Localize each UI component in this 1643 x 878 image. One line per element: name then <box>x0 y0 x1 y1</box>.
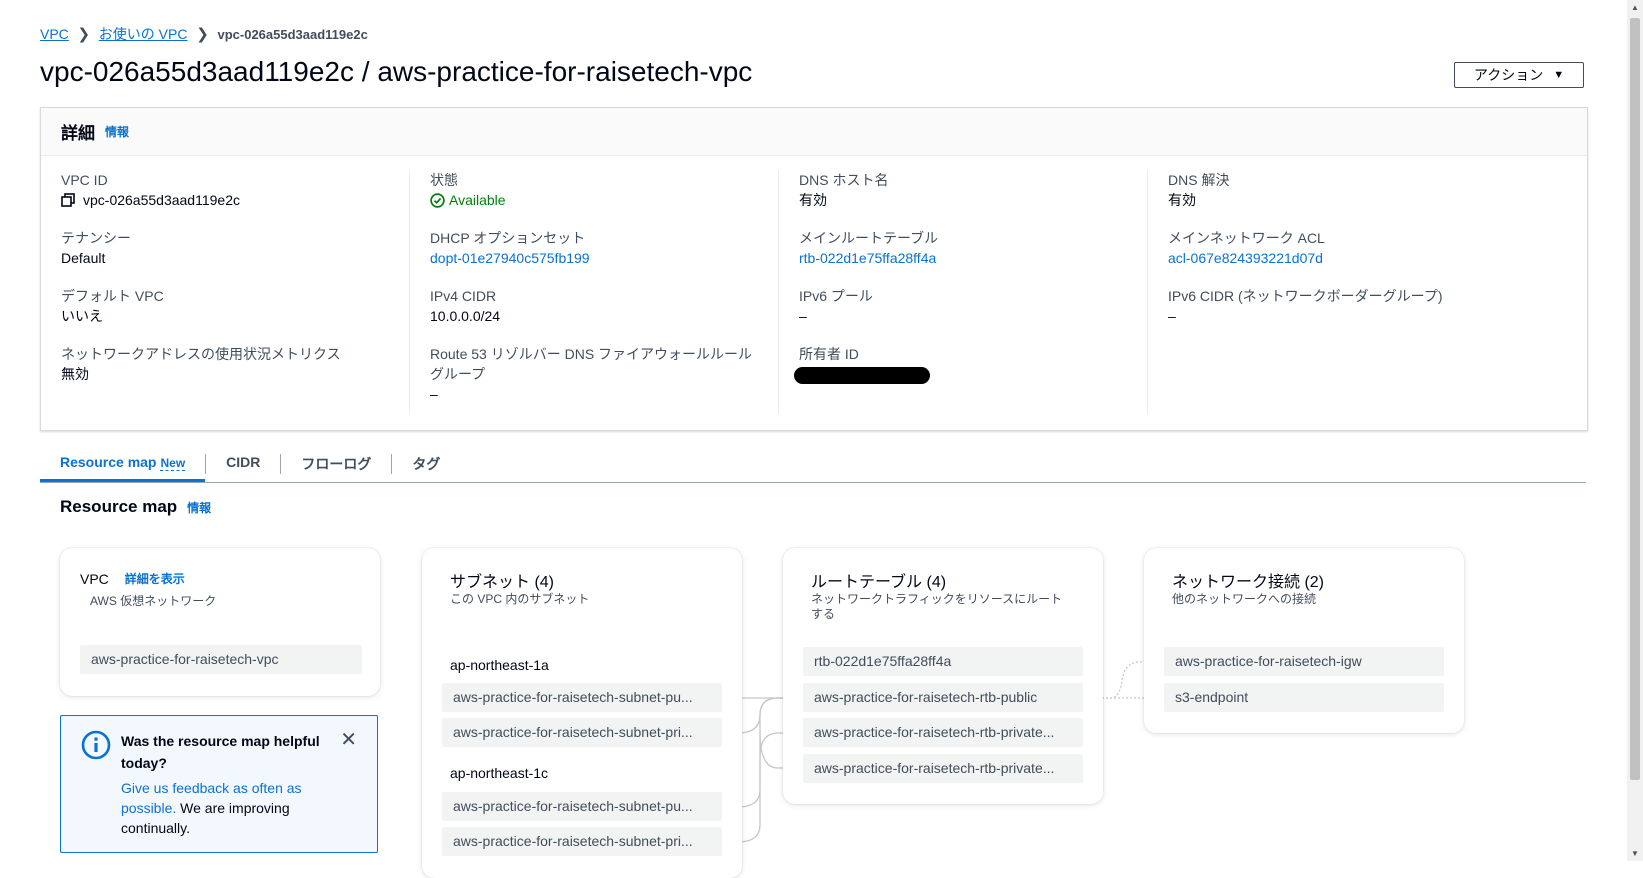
network-connections-card: ネットワーク接続 (2) 他のネットワークへの接続 aws-practice-f… <box>1144 548 1464 733</box>
vertical-scrollbar[interactable]: ▲ ▼ <box>1627 0 1643 861</box>
vpc-show-details-link[interactable]: 詳細を表示 <box>125 570 185 587</box>
network-connections-card-subtitle: 他のネットワークへの接続 <box>1172 592 1317 606</box>
route-tables-card-subtitle: ネットワークトラフィックをリソースにルートする <box>811 592 1063 621</box>
connection-node[interactable]: s3-endpoint <box>1164 683 1444 712</box>
scroll-up-icon[interactable]: ▲ <box>1631 3 1639 12</box>
feedback-title: Was the resource map helpful today? <box>121 733 320 771</box>
close-icon[interactable]: ✕ <box>340 730 357 750</box>
subnets-card-subtitle: この VPC 内のサブネット <box>450 592 590 606</box>
subnets-card-title: サブネット (4) <box>450 574 555 591</box>
vpc-node[interactable]: aws-practice-for-raisetech-vpc <box>80 645 362 674</box>
scroll-down-icon[interactable]: ▼ <box>1631 849 1639 858</box>
vpc-card-title: VPC <box>80 570 109 587</box>
route-table-node[interactable]: rtb-022d1e75ffa28ff4a <box>803 647 1083 676</box>
subnet-node[interactable]: aws-practice-for-raisetech-subnet-pri... <box>442 827 722 856</box>
vpc-card-header: VPC 詳細を表示 <box>80 570 185 587</box>
az-label: ap-northeast-1a <box>450 657 549 673</box>
route-tables-card: ルートテーブル (4) ネットワークトラフィックをリソースにルートする rtb-… <box>783 548 1103 804</box>
route-table-node[interactable]: aws-practice-for-raisetech-rtb-private..… <box>803 754 1083 783</box>
scrollbar-thumb[interactable] <box>1630 18 1640 780</box>
vpc-card-subtitle: AWS 仮想ネットワーク <box>90 594 217 608</box>
az-label: ap-northeast-1c <box>450 765 549 781</box>
subnet-node[interactable]: aws-practice-for-raisetech-subnet-pu... <box>442 792 722 821</box>
feedback-alert: Was the resource map helpful today? Give… <box>60 715 378 853</box>
network-connections-card-title: ネットワーク接続 (2) <box>1172 574 1325 591</box>
feedback-body: Give us feedback as often as possible. W… <box>121 778 321 838</box>
route-table-node[interactable]: aws-practice-for-raisetech-rtb-private..… <box>803 718 1083 747</box>
vpc-card: VPC 詳細を表示 AWS 仮想ネットワーク aws-practice-for-… <box>60 548 380 696</box>
info-icon <box>81 730 111 760</box>
connection-node[interactable]: aws-practice-for-raisetech-igw <box>1164 647 1444 676</box>
subnet-node[interactable]: aws-practice-for-raisetech-subnet-pri... <box>442 718 722 747</box>
subnets-card: サブネット (4) この VPC 内のサブネット ap-northeast-1a… <box>422 548 742 878</box>
route-table-node[interactable]: aws-practice-for-raisetech-rtb-public <box>803 683 1083 712</box>
subnet-node[interactable]: aws-practice-for-raisetech-subnet-pu... <box>442 683 722 712</box>
route-tables-card-title: ルートテーブル (4) <box>811 574 947 591</box>
